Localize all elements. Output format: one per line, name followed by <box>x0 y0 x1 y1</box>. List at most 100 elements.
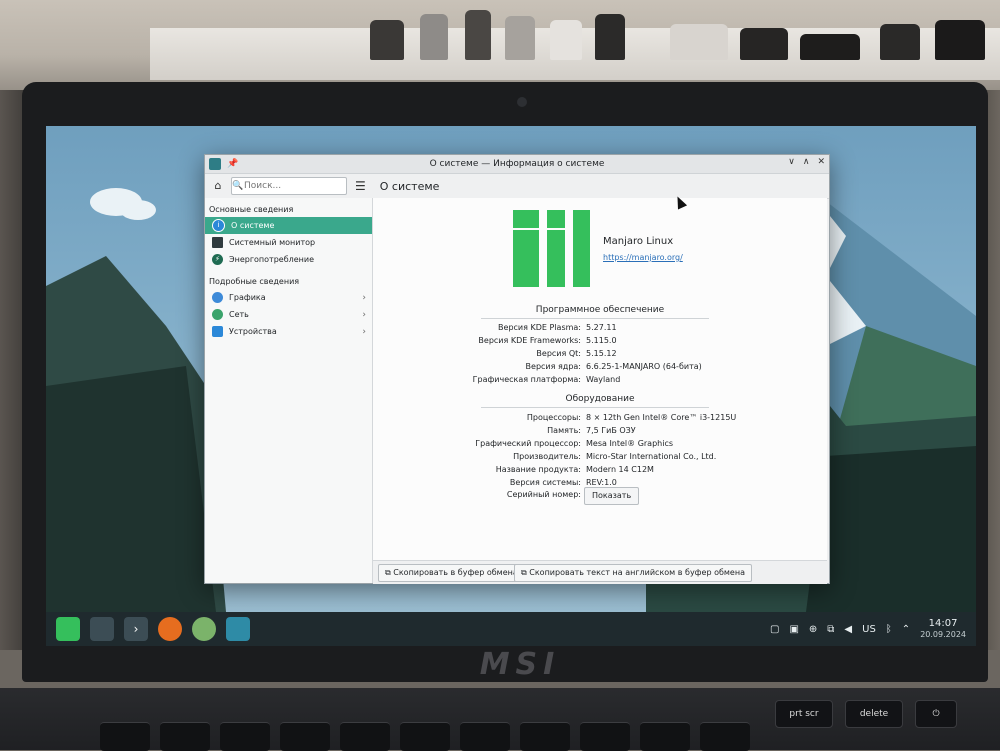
sidebar-item-devices[interactable]: Устройства › <box>205 323 372 340</box>
taskbar: › ▢ ▣ ⊕ ⧉ ◀ US ᛒ ⌃ 14:07 20.09.2024 <box>46 612 976 646</box>
keyboard-key <box>700 722 750 751</box>
info-row: Версия KDE Plasma: 5.27.11 <box>373 323 827 335</box>
copy-button[interactable]: ⧉ Скопировать в буфер обмена <box>378 564 525 582</box>
appliance <box>370 20 404 60</box>
show-serial-button[interactable]: Показать <box>584 487 640 505</box>
clock[interactable]: 14:07 20.09.2024 <box>920 618 966 640</box>
clipboard-icon[interactable]: ⧉ <box>827 624 834 635</box>
distro-name: Manjaro Linux <box>603 236 674 247</box>
sidebar-item-system-monitor[interactable]: Системный монитор <box>205 234 372 251</box>
info-row: Версия KDE Frameworks: 5.115.0 <box>373 336 827 348</box>
distro-url-link[interactable]: https://manjaro.org/ <box>603 253 683 262</box>
appliance <box>595 14 625 60</box>
msi-logo: MSI <box>479 647 561 682</box>
maximize-icon[interactable]: ∧ <box>803 157 810 167</box>
sidebar-item-energy[interactable]: ⚡ Энергопотребление <box>205 251 372 268</box>
info-row: Версия ядра: 6.6.25-1-MANJARO (64-бита) <box>373 362 827 374</box>
appliance <box>420 14 448 60</box>
search-box[interactable]: 🔍 <box>231 177 347 195</box>
key-power: ⏻ <box>915 700 957 728</box>
window-title: О системе — Информация о системе <box>429 159 605 169</box>
software-heading: Программное обеспечение <box>535 305 665 315</box>
volume-icon[interactable]: ◀ <box>844 624 852 635</box>
network-icon <box>212 309 223 320</box>
sidebar-item-network[interactable]: Сеть › <box>205 306 372 323</box>
sidebar-item-label: Устройства <box>229 327 277 336</box>
hardware-heading: Оборудование <box>565 394 635 404</box>
sidebar-item-label: Энергопотребление <box>229 255 315 264</box>
window-list-icon[interactable]: ▢ <box>770 624 779 635</box>
minimize-icon[interactable]: ∨ <box>788 157 795 167</box>
chevron-right-icon: › <box>362 326 366 337</box>
info-row: Название продукта: Modern 14 C12M <box>373 465 827 477</box>
appliance <box>465 10 491 60</box>
home-icon[interactable]: ⌂ <box>211 179 225 193</box>
clock-date: 20.09.2024 <box>920 630 966 639</box>
pager-icon[interactable]: › <box>124 617 148 641</box>
info-value: 8 × 12th Gen Intel® Core™ i3-1215U <box>586 413 737 422</box>
appliance-shelf <box>150 10 1000 80</box>
footer-bar: ⧉ Скопировать в буфер обмена ⧉ Скопирова… <box>373 560 827 584</box>
info-key: Графическая платформа: <box>472 375 581 384</box>
info-center-taskbar-icon[interactable] <box>226 617 250 641</box>
appliance <box>935 20 985 60</box>
keyboard-key <box>400 722 450 751</box>
software-center-icon[interactable] <box>192 617 216 641</box>
chevron-right-icon: › <box>362 292 366 303</box>
bluetooth-icon[interactable]: ᛒ <box>886 624 892 635</box>
hamburger-menu-icon[interactable]: ☰ <box>355 179 366 193</box>
updates-icon[interactable]: ⊕ <box>809 624 817 635</box>
keyboard-key <box>100 722 150 751</box>
sidebar-item-label: О системе <box>231 221 275 230</box>
info-center-window: 📌 О системе — Информация о системе ∨ ∧ ✕… <box>204 154 830 584</box>
devices-icon <box>212 326 223 337</box>
workspace-icon[interactable] <box>90 617 114 641</box>
divider <box>481 407 709 408</box>
keyboard-key <box>280 722 330 751</box>
appliance <box>550 20 582 60</box>
tray-expand-icon[interactable]: ⌃ <box>902 624 910 635</box>
sidebar-item-graphics[interactable]: Графика › <box>205 289 372 306</box>
info-key: Производитель: <box>513 452 581 461</box>
info-row: Графическая платформа: Wayland <box>373 375 827 387</box>
title-bar[interactable]: 📌 О системе — Информация о системе ∨ ∧ ✕ <box>205 155 829 174</box>
copy-english-button-label: Скопировать текст на английском в буфер … <box>529 568 745 577</box>
search-input[interactable] <box>244 181 336 191</box>
search-icon: 🔍 <box>232 181 244 191</box>
info-value: 5.15.12 <box>586 349 617 358</box>
sidebar: Основные сведения i О системе Системный … <box>205 198 373 583</box>
sidebar-section-basic: Основные сведения <box>209 205 294 214</box>
keyboard-key <box>220 722 270 751</box>
info-row: Процессоры: 8 × 12th Gen Intel® Core™ i3-… <box>373 413 827 425</box>
app-launcher-icon[interactable] <box>56 617 80 641</box>
firefox-icon[interactable] <box>158 617 182 641</box>
keyboard-key <box>340 722 390 751</box>
info-row: Графический процессор: Mesa Intel® Graphi… <box>373 439 827 451</box>
appliance <box>800 34 860 60</box>
serial-label: Серийный номер: <box>506 490 581 499</box>
appliance <box>880 24 920 60</box>
laptop-screen: 📌 О системе — Информация о системе ∨ ∧ ✕… <box>46 126 976 646</box>
manjaro-logo <box>513 210 590 287</box>
sidebar-item-label: Сеть <box>229 310 249 319</box>
info-value: Modern 14 C12M <box>586 465 654 474</box>
info-key: Версия ядра: <box>525 362 581 371</box>
monitor-icon <box>212 237 223 248</box>
copy-english-button[interactable]: ⧉ Скопировать текст на английском в буфе… <box>514 564 752 582</box>
divider <box>481 318 709 319</box>
info-value: 5.27.11 <box>586 323 617 332</box>
appliance <box>505 16 535 60</box>
close-icon[interactable]: ✕ <box>817 157 825 167</box>
about-content: Manjaro Linux https://manjaro.org/ Прогр… <box>373 198 827 560</box>
info-row: Память: 7,5 ГиБ ОЗУ <box>373 426 827 438</box>
info-value: REV:1.0 <box>586 478 617 487</box>
page-title: О системе <box>379 179 440 193</box>
network-tray-icon[interactable]: ▣ <box>789 624 798 635</box>
info-key: Версия KDE Plasma: <box>498 323 581 332</box>
power-icon: ⚡ <box>212 254 223 265</box>
keyboard-layout[interactable]: US <box>862 624 876 635</box>
graphics-icon <box>212 292 223 303</box>
key-prtscr: prt scr <box>775 700 833 728</box>
info-key: Память: <box>547 426 581 435</box>
sidebar-item-about[interactable]: i О системе <box>205 217 372 234</box>
